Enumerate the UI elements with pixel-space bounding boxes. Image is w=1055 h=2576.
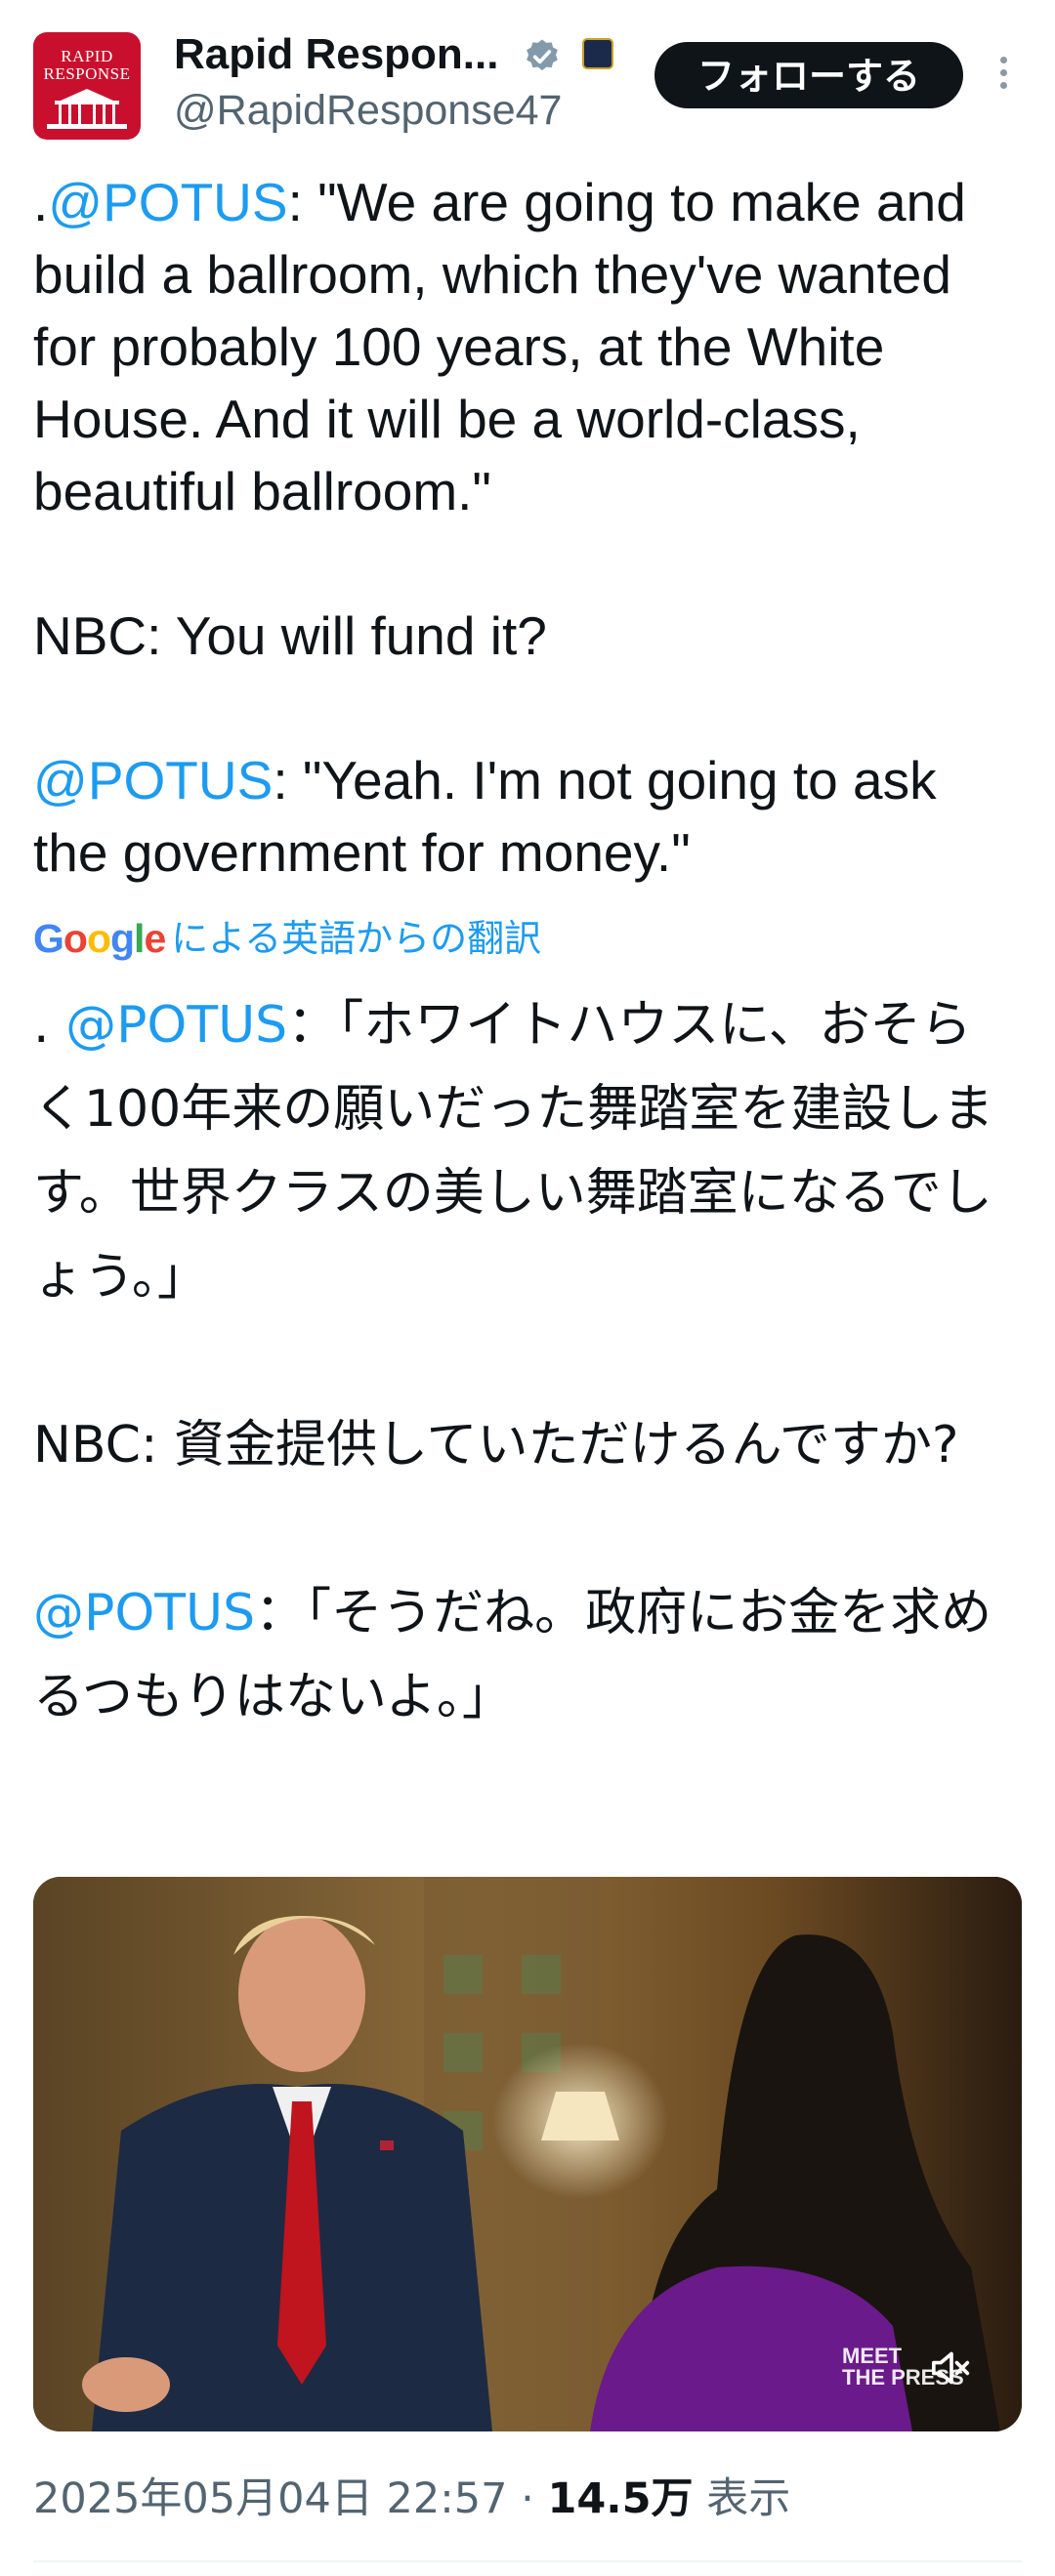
tweet-body: .@POTUS: "We are going to make and build… [33,166,1020,889]
more-options-icon[interactable] [998,57,1010,96]
google-logo: Google [33,916,166,961]
translated-body: . @POTUS：「ホワイトハウスに、おそらく100年来の願いだった舞踏室を建設… [33,983,1020,1739]
mute-icon[interactable] [930,2348,973,2388]
text-prefix: . [33,996,66,1055]
mention-link[interactable]: @POTUS [48,172,287,232]
avatar-text-top: RAPID [61,47,113,65]
views-label: 表示 [693,2474,791,2523]
translation-attribution[interactable]: Google による英語からの翻訳 [33,914,541,963]
mention-link[interactable]: @POTUS [33,1584,255,1642]
follow-button[interactable]: フォローする [654,42,963,108]
avatar[interactable]: RAPID RESPONSE [33,32,141,140]
tweet-header: RAPID RESPONSE Rapid Respon... @RapidRes… [0,0,1055,146]
tweet-meta: 2025年05月04日 22:57 · 14.5万 表示 [33,2472,790,2526]
divider [33,2560,1022,2562]
user-handle[interactable]: @RapidResponse47 [174,86,562,135]
mention-link[interactable]: @POTUS [33,750,273,810]
text-prefix: . [33,172,49,232]
timestamp[interactable]: 2025年05月04日 22:57 [33,2474,507,2523]
separator: · [507,2474,548,2523]
display-name[interactable]: Rapid Respon... [174,29,498,80]
avatar-text-bottom: RESPONSE [43,64,131,83]
translated-paragraph: NBC: 資金提供していただけるんですか? [33,1416,959,1475]
white-house-icon [47,89,127,129]
tweet-paragraph: NBC: You will fund it? [33,605,547,666]
translation-label: による英語からの翻訳 [171,917,542,960]
view-count: 14.5万 [547,2474,694,2523]
mention-link[interactable]: @POTUS [65,996,287,1055]
verified-badge-icon [527,39,558,70]
affiliation-badge-icon [582,38,613,69]
